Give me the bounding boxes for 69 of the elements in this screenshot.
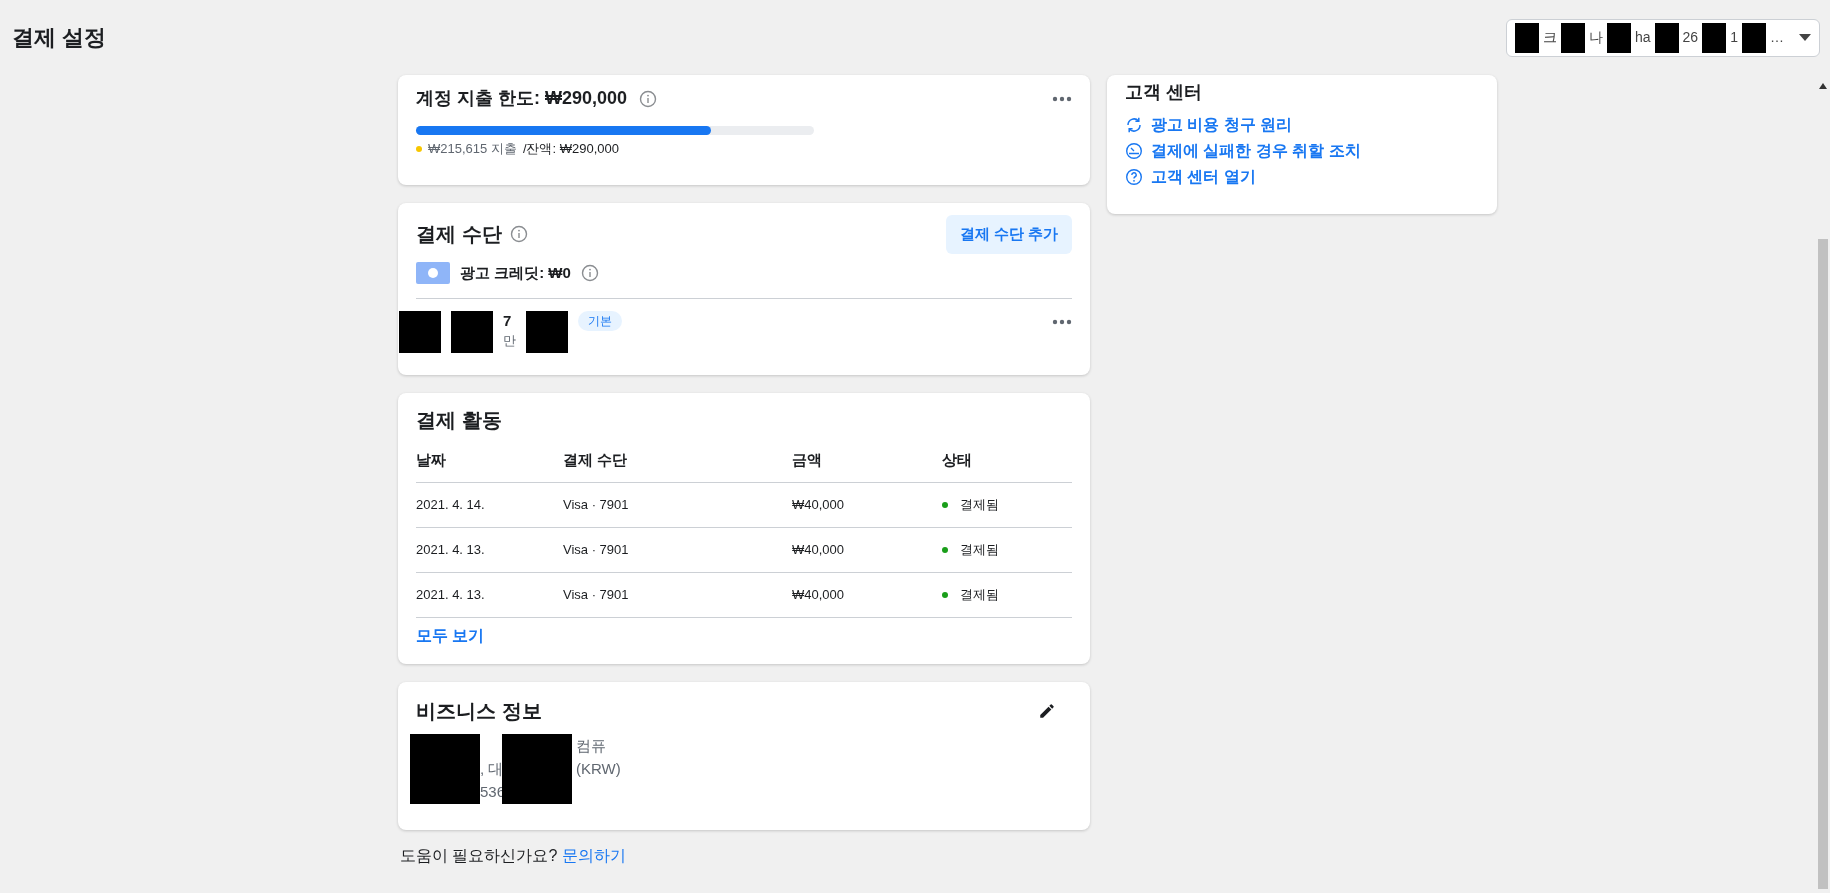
- redaction-block: [1741, 22, 1766, 53]
- see-all-link[interactable]: 모두 보기: [416, 623, 485, 648]
- business-detail: 컴퓨: [576, 735, 607, 756]
- gauge-icon: [1125, 142, 1143, 160]
- business-detail: (KRW): [576, 758, 621, 779]
- account-text: 크: [1542, 28, 1558, 47]
- info-icon[interactable]: [509, 225, 528, 243]
- section-title: 결제 활동: [416, 408, 503, 433]
- table-cell-text: ₩40,000: [792, 540, 846, 559]
- more-icon[interactable]: [1052, 319, 1072, 325]
- account-text: 나: [1588, 28, 1604, 47]
- edit-icon[interactable]: [1038, 701, 1056, 720]
- contact-link[interactable]: 문의하기: [561, 846, 626, 864]
- info-icon[interactable]: [580, 263, 599, 282]
- help-icon: [1125, 168, 1143, 186]
- table-cell-text: 2021. 4. 13.: [416, 540, 486, 559]
- redaction-block: [1561, 22, 1585, 53]
- section-title: 비즈니스 정보: [416, 698, 542, 724]
- section-title: 고객 센터: [1125, 81, 1203, 104]
- default-badge: 기본: [578, 311, 622, 331]
- account-text: ha: [1634, 28, 1652, 47]
- spending-limit-title: 계정 지출 한도: ₩290,000: [416, 87, 628, 110]
- account-text: 1: [1729, 28, 1739, 47]
- account-text: 26: [1681, 28, 1700, 47]
- column-header: 결제 수단: [563, 450, 629, 470]
- table-cell-text: Visa · 7901: [563, 540, 630, 559]
- scroll-up-icon[interactable]: [1818, 83, 1827, 89]
- refresh-icon: [1125, 116, 1143, 134]
- table-cell-text: ₩40,000: [792, 495, 846, 514]
- help-text: 도움이 필요하신가요?: [400, 846, 559, 864]
- redaction-block: [1654, 22, 1679, 53]
- table-cell-text: 결제됨: [960, 540, 999, 559]
- coupon-icon: [416, 261, 450, 284]
- page-title: 결제 설정: [12, 24, 107, 52]
- table-cell-text: 결제됨: [960, 585, 999, 604]
- add-payment-method-button[interactable]: 결제 수단 추가: [945, 214, 1072, 254]
- column-header: 상태: [942, 450, 973, 470]
- scrollbar-thumb[interactable]: [1817, 239, 1828, 889]
- redaction-block: [1515, 22, 1539, 53]
- remaining-amount: /잔액: ₩290,000: [522, 140, 619, 158]
- caret-icon: [1799, 33, 1811, 42]
- card-number: 7: [503, 311, 513, 331]
- table-cell-text: ₩40,000: [792, 585, 846, 604]
- card-detail: 만: [503, 332, 516, 350]
- section-title: 결제 수단: [416, 222, 502, 247]
- table-cell-text: 2021. 4. 13.: [416, 585, 486, 604]
- column-header: 금액: [792, 450, 823, 470]
- help-link[interactable]: 고객 센터 열기: [1125, 164, 1479, 190]
- spent-amount: ₩215,615 지출: [428, 140, 517, 158]
- ad-credit-label: 광고 크레딧: ₩0: [460, 262, 571, 283]
- table-cell-text: 2021. 4. 14.: [416, 495, 486, 514]
- table-cell-text: Visa · 7901: [563, 495, 630, 514]
- help-link[interactable]: 결제에 실패한 경우 취할 조치: [1125, 138, 1479, 164]
- help-link[interactable]: 광고 비용 청구 원리: [1125, 112, 1479, 138]
- business-detail: , 대: [480, 758, 502, 779]
- account-dropdown[interactable]: 크 나 ha 26 1 …: [1506, 18, 1820, 57]
- redaction-block: [502, 733, 572, 804]
- table-cell-text: 결제됨: [960, 495, 999, 514]
- table-cell-text: Visa · 7901: [563, 585, 630, 604]
- redaction-block: [399, 311, 441, 353]
- redaction-block: [410, 733, 480, 804]
- redaction-block: [1702, 22, 1727, 53]
- info-icon[interactable]: [639, 89, 658, 108]
- redaction-block: [526, 311, 568, 353]
- redaction-block: [1607, 22, 1631, 53]
- account-text: …: [1768, 28, 1785, 47]
- more-icon[interactable]: [1052, 95, 1072, 102]
- column-header: 날짜: [416, 450, 447, 470]
- redaction-block: [451, 311, 493, 353]
